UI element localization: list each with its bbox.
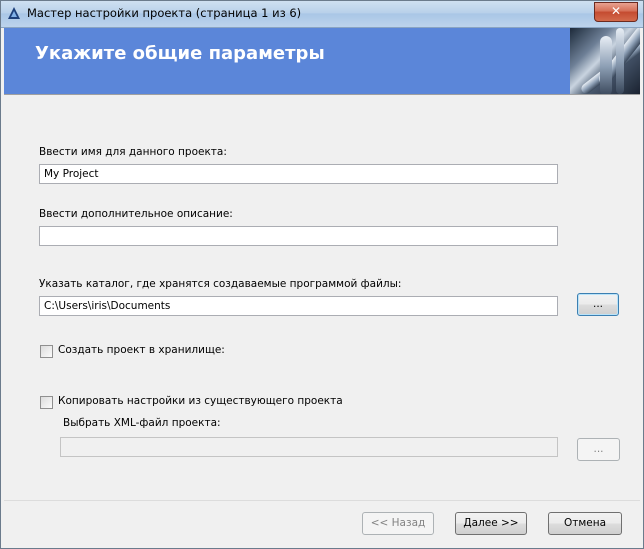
folder-path-input[interactable]: C:\Users\iris\Documents bbox=[39, 296, 558, 316]
folder-label: Указать каталог, где хранятся создаваемы… bbox=[39, 278, 402, 290]
wizard-window: Мастер настройки проекта (страница 1 из … bbox=[0, 0, 644, 549]
xml-file-input[interactable] bbox=[60, 437, 558, 457]
vault-checkbox[interactable] bbox=[40, 345, 53, 358]
description-input[interactable] bbox=[39, 226, 558, 246]
back-button[interactable]: << Назад bbox=[362, 512, 434, 535]
close-icon: ✕ bbox=[610, 4, 622, 18]
footer-divider bbox=[4, 500, 640, 501]
xml-file-label: Выбрать XML-файл проекта: bbox=[63, 417, 221, 429]
browse-xml-button[interactable]: ... bbox=[577, 438, 620, 461]
app-logo-icon bbox=[7, 6, 21, 20]
project-name-input[interactable]: My Project bbox=[39, 164, 558, 184]
project-name-label: Ввести имя для данного проекта: bbox=[39, 146, 227, 158]
browse-folder-button[interactable]: ... bbox=[577, 293, 619, 316]
pipes-image bbox=[570, 28, 640, 94]
vault-checkbox-label[interactable]: Создать проект в хранилище: bbox=[58, 344, 225, 356]
header-banner: Укажите общие параметры bbox=[4, 28, 640, 94]
page-title: Укажите общие параметры bbox=[35, 43, 325, 64]
cancel-button[interactable]: Отмена bbox=[548, 512, 622, 535]
banner-divider bbox=[4, 94, 640, 95]
close-button[interactable]: ✕ bbox=[594, 2, 638, 22]
window-title: Мастер настройки проекта (страница 1 из … bbox=[27, 6, 302, 20]
copy-settings-label[interactable]: Копировать настройки из существующего пр… bbox=[58, 395, 343, 407]
next-button[interactable]: Далее >> bbox=[455, 512, 527, 535]
title-bar[interactable]: Мастер настройки проекта (страница 1 из … bbox=[1, 1, 643, 28]
copy-settings-checkbox[interactable] bbox=[40, 396, 53, 409]
description-label: Ввести дополнительное описание: bbox=[39, 208, 233, 220]
